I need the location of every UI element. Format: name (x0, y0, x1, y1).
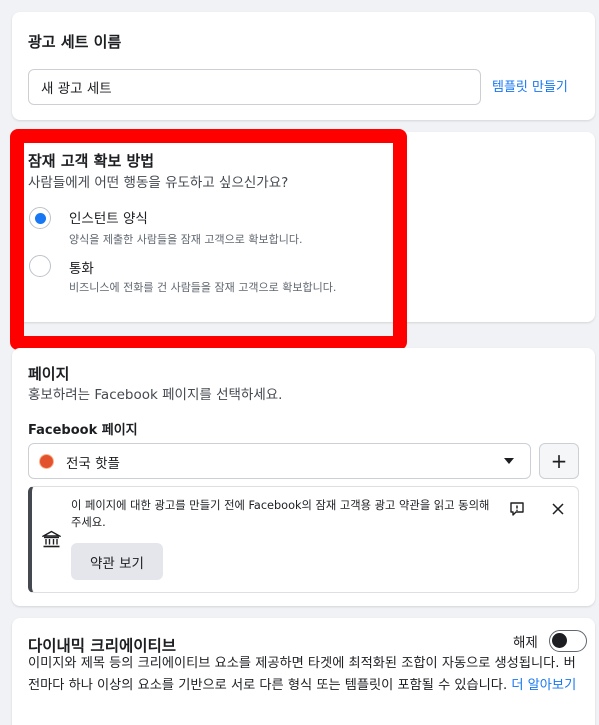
dynamic-creative-card: 다이내믹 크리에이티브 해제 이미지와 제목 등의 크리에이티브 요소를 제공하… (12, 618, 595, 725)
facebook-page-select[interactable]: 전국 핫플 (28, 443, 531, 479)
lead-method-subtitle: 사람들에게 어떤 행동을 유도하고 싶으신가요? (28, 175, 289, 191)
page-title: 페이지 (28, 365, 70, 383)
dynamic-creative-toggle[interactable] (549, 630, 587, 652)
chevron-down-icon (504, 458, 514, 464)
page-subtitle: 홍보하려는 Facebook 페이지를 선택하세요. (28, 387, 283, 403)
page-avatar-icon (39, 454, 54, 469)
selected-page-value: 전국 핫플 (66, 456, 120, 472)
instant-form-radio[interactable] (29, 207, 51, 229)
terms-notice-text: 이 페이지에 대한 광고를 만들기 전에 Facebook의 잠재 고객용 광고… (71, 499, 490, 529)
terms-notice: 이 페이지에 대한 광고를 만들기 전에 Facebook의 잠재 고객용 광고… (28, 486, 579, 593)
toggle-status-label: 해제 (513, 635, 538, 651)
ad-set-name-value: 새 광고 세트 (41, 81, 112, 97)
instant-form-description: 양식을 제출한 사람들을 잠재 고객으로 확보합니다. (69, 233, 303, 246)
calls-description: 비즈니스에 전화를 건 사람들을 잠재 고객으로 확보합니다. (69, 281, 337, 294)
ad-set-name-input[interactable]: 새 광고 세트 (28, 69, 481, 105)
create-template-link[interactable]: 템플릿 만들기 (492, 76, 568, 95)
calls-radio[interactable] (29, 255, 51, 277)
ad-set-name-title: 광고 세트 이름 (28, 33, 122, 51)
add-page-button[interactable]: + (539, 443, 579, 479)
close-icon[interactable] (551, 502, 565, 516)
lead-method-title: 잠재 고객 확보 방법 (28, 152, 155, 170)
page-card: 페이지 홍보하려는 Facebook 페이지를 선택하세요. Facebook … (12, 348, 595, 606)
dynamic-creative-description-text: 이미지와 제목 등의 크리에이티브 요소를 제공하면 타겟에 최적화된 조합이 … (28, 656, 576, 693)
facebook-page-label: Facebook 페이지 (28, 423, 138, 438)
ad-set-name-card: 광고 세트 이름 새 광고 세트 템플릿 만들기 (12, 12, 595, 120)
lead-method-card: 잠재 고객 확보 방법 사람들에게 어떤 행동을 유도하고 싶으신가요? 인스턴… (12, 132, 595, 322)
plus-icon: + (550, 449, 568, 473)
calls-label[interactable]: 통화 (69, 257, 94, 277)
learn-more-link[interactable]: 더 알아보기 (511, 678, 576, 693)
instant-form-label[interactable]: 인스턴트 양식 (69, 207, 148, 227)
bank-icon (42, 530, 61, 548)
feedback-icon[interactable] (509, 501, 525, 517)
view-terms-button[interactable]: 약관 보기 (71, 543, 163, 580)
dynamic-creative-description: 이미지와 제목 등의 크리에이티브 요소를 제공하면 타겟에 최적화된 조합이 … (28, 653, 583, 697)
